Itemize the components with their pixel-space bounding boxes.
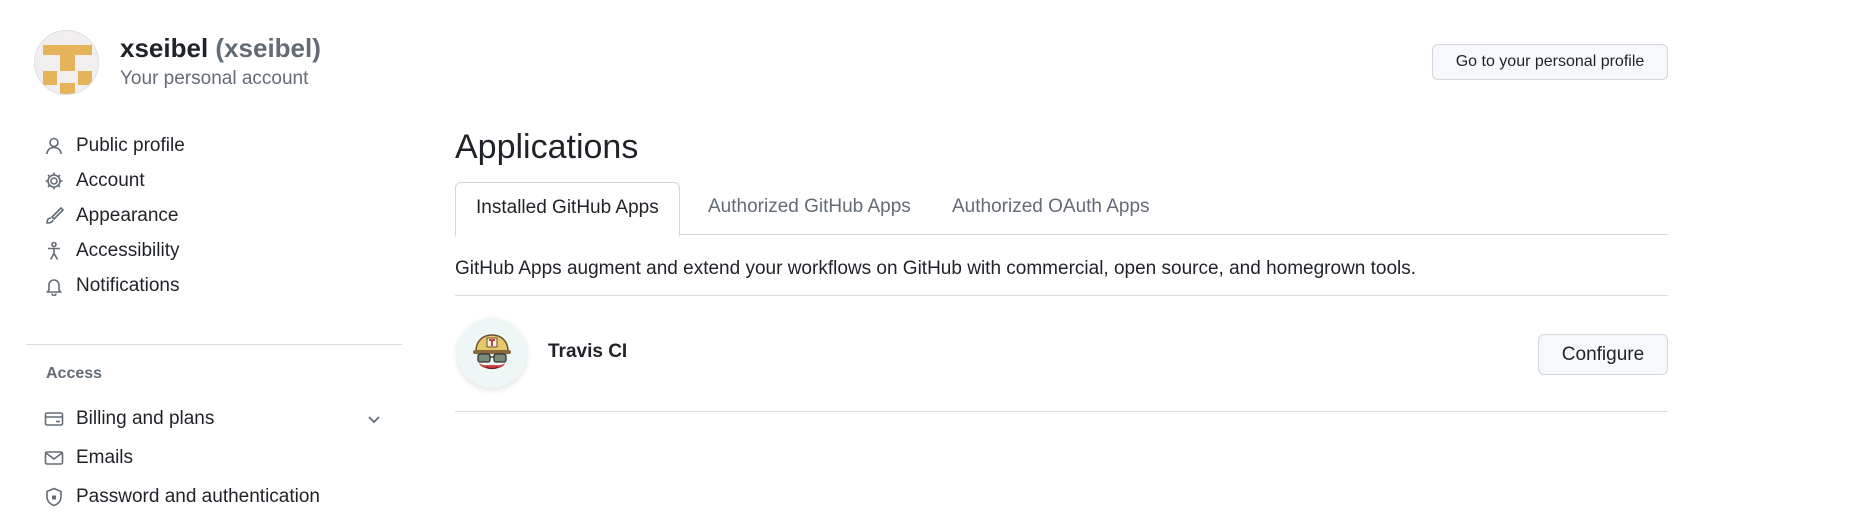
travis-ci-icon [473, 334, 511, 370]
sidebar-item-label: Password and authentication [76, 486, 320, 507]
apps-description: GitHub Apps augment and extend your work… [455, 258, 1417, 279]
account-login: (xseibel) [215, 33, 321, 63]
applications-tabs: Installed GitHub Apps Authorized GitHub … [455, 182, 1668, 236]
person-icon [44, 136, 64, 156]
sidebar-item-billing[interactable]: Billing and plans [44, 401, 394, 437]
sidebar-item-label: Accessibility [76, 240, 180, 261]
tab-installed-github-apps[interactable]: Installed GitHub Apps [455, 182, 680, 236]
sidebar-item-label: Appearance [76, 205, 179, 226]
app-name[interactable]: Travis CI [548, 341, 627, 363]
chevron-down-icon[interactable] [364, 409, 384, 429]
bell-icon [44, 276, 64, 296]
account-name: xseibel [120, 33, 209, 63]
sidebar-item-label: Billing and plans [76, 408, 215, 429]
sidebar-item-label: Emails [76, 447, 134, 468]
avatar[interactable] [34, 30, 99, 95]
sidebar-item-appearance[interactable]: Appearance [44, 198, 394, 234]
identicon [35, 31, 98, 94]
sidebar-item-label: Public profile [76, 135, 185, 156]
shield-lock-icon [44, 487, 64, 507]
gear-icon [44, 171, 64, 191]
mail-icon [44, 448, 64, 468]
go-to-profile-button[interactable]: Go to your personal profile [1432, 44, 1668, 80]
travis-ci-logo [457, 318, 527, 388]
credit-card-icon [44, 409, 64, 429]
accessibility-icon [44, 241, 64, 261]
tab-authorized-github-apps[interactable]: Authorized GitHub Apps [688, 182, 931, 235]
page-title: Applications [455, 128, 639, 166]
tab-authorized-oauth-apps[interactable]: Authorized OAuth Apps [932, 182, 1170, 235]
sidebar-item-emails[interactable]: Emails [44, 440, 394, 476]
sidebar-item-notifications[interactable]: Notifications [44, 268, 394, 304]
sidebar-item-password-authentication[interactable]: Password and authentication [44, 479, 394, 515]
sidebar-divider [26, 344, 402, 345]
configure-button[interactable]: Configure [1538, 334, 1668, 375]
sidebar-item-accessibility[interactable]: Accessibility [44, 233, 394, 269]
sidebar-section-heading: Access [46, 365, 103, 382]
sidebar-item-account[interactable]: Account [44, 163, 394, 199]
account-header: xseibel (xseibel) Your personal account … [0, 0, 1863, 110]
paintbrush-icon [44, 206, 64, 226]
account-title: xseibel (xseibel) [120, 33, 321, 64]
sidebar-item-public-profile[interactable]: Public profile [44, 128, 394, 164]
list-item: Travis CI Configure [455, 296, 1668, 412]
sidebar-item-label: Notifications [76, 275, 180, 296]
account-subtitle: Your personal account [120, 68, 309, 89]
sidebar-item-label: Account [76, 170, 145, 191]
